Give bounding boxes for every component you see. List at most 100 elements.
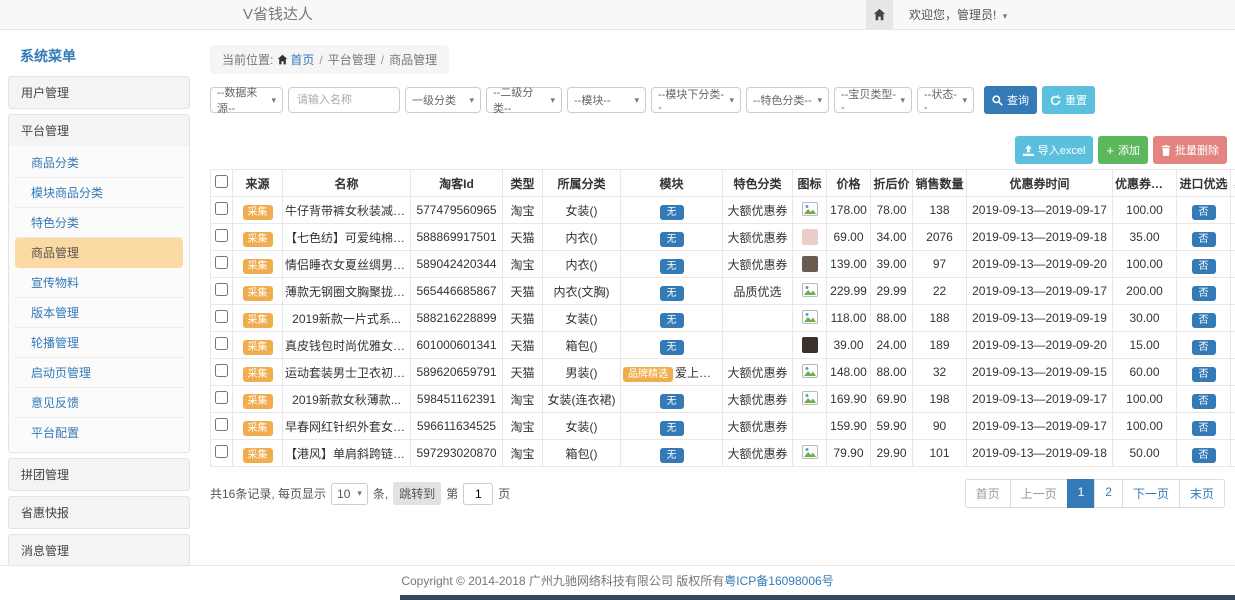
- row-checkbox[interactable]: [215, 256, 228, 269]
- icp-link[interactable]: 粤ICP备16098006号: [724, 572, 833, 589]
- row-checkbox[interactable]: [215, 283, 228, 296]
- row-checkbox[interactable]: [215, 445, 228, 458]
- feature-cell: 大额优惠券: [723, 251, 793, 278]
- icon-cell: [793, 197, 827, 224]
- pagination-summary: 共16条记录, 每页显示 10▾ 条, 跳转到 第 页: [210, 482, 510, 505]
- source-badge: 采集: [243, 313, 273, 328]
- import-select-cell: 否: [1177, 386, 1231, 413]
- page-button-上一页[interactable]: 上一页: [1010, 479, 1068, 508]
- toolbar: 导入excel + 添加 批量删除: [210, 136, 1227, 164]
- sidebar-section-省惠快报[interactable]: 省惠快报: [8, 496, 190, 529]
- type-cell: 淘宝: [503, 413, 543, 440]
- import-select-toggle[interactable]: 否: [1192, 340, 1216, 355]
- sidebar-item-平台配置[interactable]: 平台配置: [15, 418, 183, 447]
- filter-select-level1-category[interactable]: 一级分类▾: [405, 87, 481, 113]
- broken-image-icon: [802, 310, 818, 324]
- sidebar-item-宣传物料[interactable]: 宣传物料: [15, 268, 183, 298]
- page-button-下一页[interactable]: 下一页: [1122, 479, 1180, 508]
- page-button-首页[interactable]: 首页: [965, 479, 1011, 508]
- price-cell: 69.00: [827, 224, 871, 251]
- sidebar-sections: 用户管理平台管理商品分类模块商品分类特色分类商品管理宣传物料版本管理轮播管理启动…: [8, 76, 190, 565]
- price-cell: 139.00: [827, 251, 871, 278]
- add-button[interactable]: + 添加: [1098, 136, 1148, 164]
- page-button-末页[interactable]: 末页: [1179, 479, 1225, 508]
- reset-button[interactable]: 重置: [1042, 86, 1095, 114]
- filter-select-module[interactable]: --模块--▾: [567, 87, 646, 113]
- name-cell: 牛仔背带裤女秋装减龄...: [283, 197, 411, 224]
- row-checkbox[interactable]: [215, 337, 228, 350]
- sidebar-item-商品分类[interactable]: 商品分类: [15, 148, 183, 178]
- import-select-toggle[interactable]: 否: [1192, 421, 1216, 436]
- price-cell: 39.00: [827, 332, 871, 359]
- page-button-2[interactable]: 2: [1094, 479, 1123, 508]
- search-button[interactable]: 查询: [984, 86, 1037, 114]
- sidebar-item-版本管理[interactable]: 版本管理: [15, 298, 183, 328]
- sidebar-item-轮播管理[interactable]: 轮播管理: [15, 328, 183, 358]
- import-select-toggle[interactable]: 否: [1192, 367, 1216, 382]
- page-button-1[interactable]: 1: [1067, 479, 1096, 508]
- sidebar-section-用户管理[interactable]: 用户管理: [8, 76, 190, 109]
- product-name-input[interactable]: [288, 87, 400, 113]
- coupon-time-cell: 2019-09-13—2019-09-18: [967, 440, 1113, 467]
- sidebar-section-消息管理[interactable]: 消息管理: [8, 534, 190, 565]
- import-select-toggle[interactable]: 否: [1192, 205, 1216, 220]
- import-select-toggle[interactable]: 否: [1192, 232, 1216, 247]
- sidebar-item-启动页管理[interactable]: 启动页管理: [15, 358, 183, 388]
- row-checkbox[interactable]: [215, 229, 228, 242]
- source-badge: 采集: [243, 394, 273, 409]
- col-header-优惠券金额: 优惠券金额: [1113, 170, 1177, 197]
- sidebar-item-意见反馈[interactable]: 意见反馈: [15, 388, 183, 418]
- feature-cell: [723, 305, 793, 332]
- filter-select-level2-category[interactable]: --二级分类--▾: [486, 87, 562, 113]
- filter-select-feature-category[interactable]: --特色分类--▾: [746, 87, 829, 113]
- welcome-text: 欢迎您，管理员!: [909, 8, 996, 22]
- home-icon-button[interactable]: [866, 0, 893, 29]
- filter-select-module-subcategory[interactable]: --模块下分类--▾: [651, 87, 741, 113]
- select-all-checkbox[interactable]: [215, 175, 228, 188]
- row-checkbox[interactable]: [215, 310, 228, 323]
- icon-cell: [793, 305, 827, 332]
- discount-price-cell: 29.99: [871, 278, 913, 305]
- batch-delete-button[interactable]: 批量删除: [1153, 136, 1227, 164]
- row-checkbox[interactable]: [215, 202, 228, 215]
- must-buy-cell: 否: [1231, 305, 1235, 332]
- module-badge: 无: [660, 421, 684, 436]
- import-select-toggle[interactable]: 否: [1192, 286, 1216, 301]
- module-cell: 无: [621, 440, 723, 467]
- sidebar-section-平台管理[interactable]: 平台管理: [9, 115, 189, 146]
- sidebar-section-拼团管理[interactable]: 拼团管理: [8, 458, 190, 491]
- import-excel-button[interactable]: 导入excel: [1015, 136, 1094, 164]
- row-select-cell: [211, 305, 233, 332]
- filter-select-item-type[interactable]: --宝贝类型--▾: [834, 87, 912, 113]
- feature-cell: 大额优惠券: [723, 386, 793, 413]
- type-cell: 淘宝: [503, 386, 543, 413]
- import-select-toggle[interactable]: 否: [1192, 394, 1216, 409]
- jump-page-input[interactable]: [463, 483, 493, 505]
- sales-cell: 97: [913, 251, 967, 278]
- taoke-id-cell: 565446685867: [411, 278, 503, 305]
- filter-select-status[interactable]: --状态--▾: [917, 87, 974, 113]
- import-select-cell: 否: [1177, 413, 1231, 440]
- breadcrumb-home-link[interactable]: 首页: [290, 53, 314, 67]
- module-badge: 无: [660, 313, 684, 328]
- import-select-toggle[interactable]: 否: [1192, 448, 1216, 463]
- import-select-toggle[interactable]: 否: [1192, 259, 1216, 274]
- per-page-select[interactable]: 10▾: [331, 483, 368, 505]
- row-checkbox[interactable]: [215, 364, 228, 377]
- filter-select-data-source[interactable]: --数据来源--▾: [210, 87, 283, 113]
- sidebar-item-商品管理[interactable]: 商品管理: [15, 238, 183, 268]
- chevron-down-icon: ▾: [729, 95, 734, 106]
- table-row: 采集牛仔背带裤女秋装减龄...577479560965淘宝女装()无大额优惠券1…: [211, 197, 1235, 224]
- coupon-amount-cell: 200.00: [1113, 278, 1177, 305]
- sidebar-item-模块商品分类[interactable]: 模块商品分类: [15, 178, 183, 208]
- sidebar-item-特色分类[interactable]: 特色分类: [15, 208, 183, 238]
- source-cell: 采集: [233, 413, 283, 440]
- row-checkbox[interactable]: [215, 391, 228, 404]
- import-select-toggle[interactable]: 否: [1192, 313, 1216, 328]
- jump-button[interactable]: 跳转到: [393, 482, 441, 505]
- broken-image-icon: [802, 364, 818, 378]
- row-checkbox[interactable]: [215, 418, 228, 431]
- coupon-amount-cell: 30.00: [1113, 305, 1177, 332]
- user-menu[interactable]: 欢迎您，管理员! ▾: [909, 6, 1007, 23]
- must-buy-cell: 否: [1231, 332, 1235, 359]
